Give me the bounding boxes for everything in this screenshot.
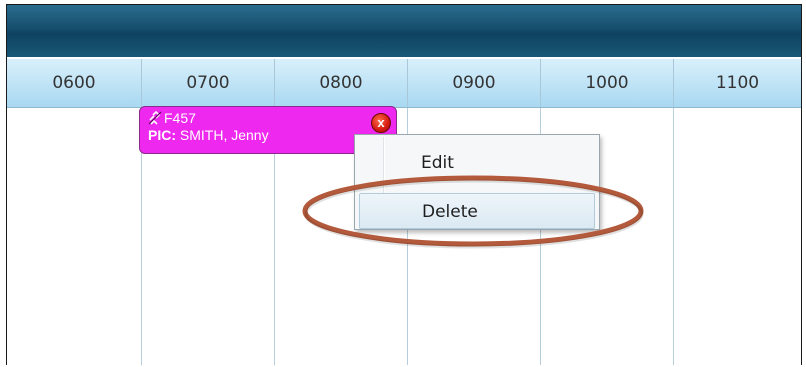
hour-header-0700: 0700	[142, 59, 275, 107]
context-menu: Edit Delete	[354, 134, 600, 230]
hour-header-0900: 0900	[408, 59, 541, 107]
pic-label: PIC:	[148, 127, 176, 143]
hour-header-0600: 0600	[7, 59, 142, 107]
flight-title: F457	[148, 110, 196, 126]
close-icon[interactable]: x	[371, 113, 391, 133]
hour-header-0800: 0800	[275, 59, 408, 107]
link-broken-icon	[148, 111, 162, 125]
title-bar	[7, 5, 801, 57]
flight-number: F457	[164, 110, 196, 126]
menu-item-delete[interactable]: Delete	[359, 193, 595, 229]
hour-header-1100: 1100	[715, 73, 760, 93]
timeline-header: 0600 0700 0800 0900 1000 1100	[7, 59, 801, 108]
pic-name: SMITH, Jenny	[179, 127, 269, 143]
pic-line: PIC: SMITH, Jenny	[148, 127, 269, 143]
grid-divider	[673, 108, 674, 365]
hour-header-1000: 1000	[541, 59, 674, 107]
menu-item-edit[interactable]: Edit	[359, 145, 595, 181]
